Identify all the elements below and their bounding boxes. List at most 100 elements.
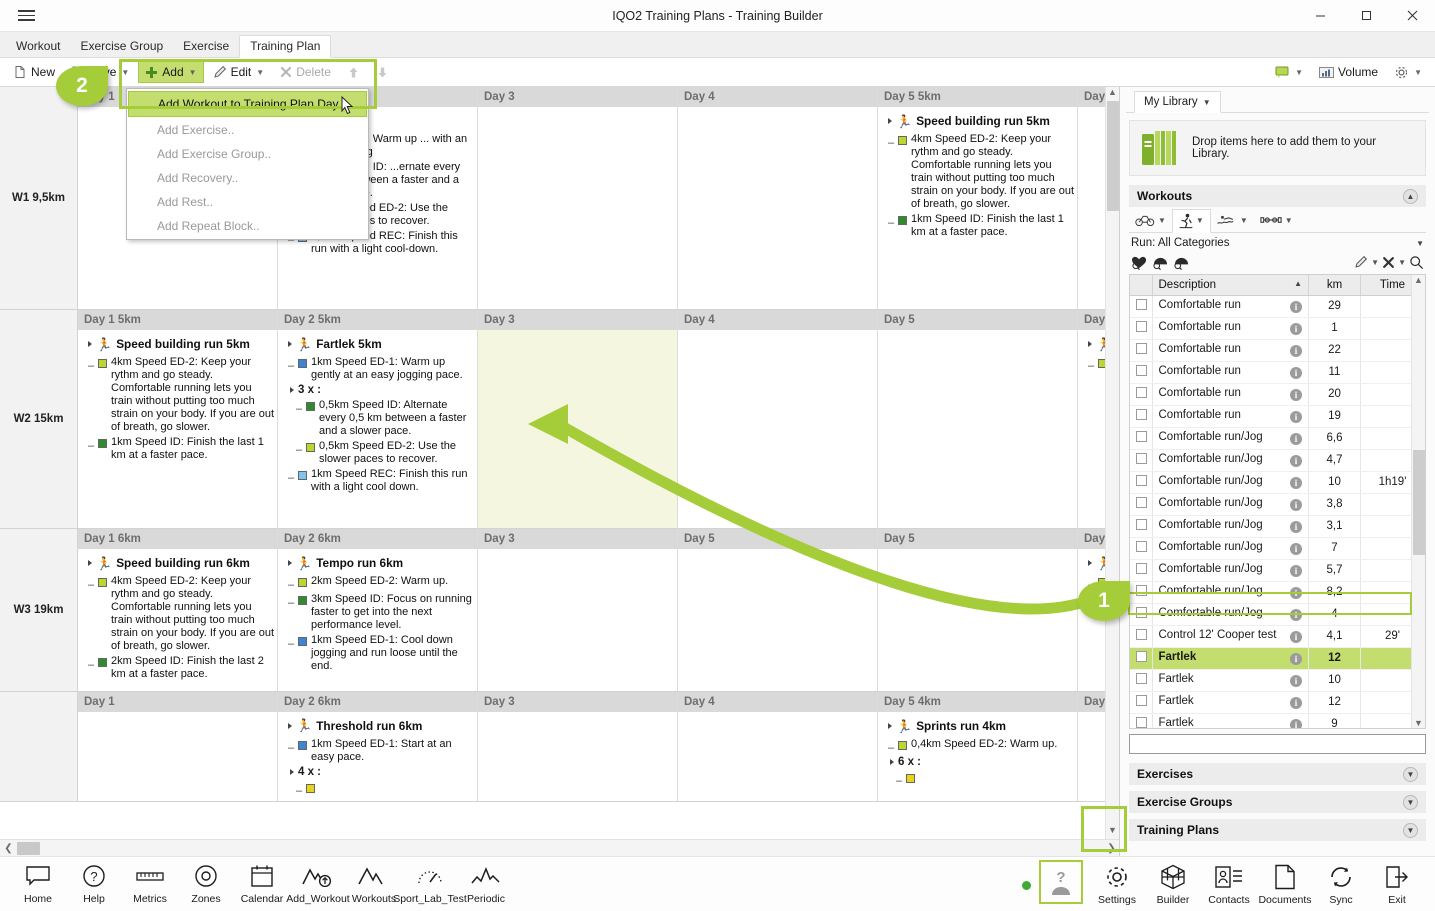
day-column[interactable]: Day 5	[878, 310, 1078, 528]
table-row[interactable]: Comfortable run i 20	[1130, 383, 1425, 406]
library-scroll-thumb[interactable]	[1413, 450, 1425, 555]
menu-item-add-workout-to-day[interactable]: Add Workout to Training Plan Day..	[128, 91, 367, 117]
day-body[interactable]	[678, 330, 877, 528]
row-checkbox[interactable]	[1136, 365, 1147, 376]
day-column[interactable]: Day 5	[678, 529, 878, 691]
bottom-item-periodic[interactable]: Periodic	[458, 861, 514, 907]
row-checkbox[interactable]	[1136, 651, 1147, 662]
expand-triangle-icon[interactable]	[888, 723, 892, 729]
repeat-block[interactable]: 3 x :	[290, 384, 475, 396]
info-icon[interactable]: i	[1290, 543, 1302, 555]
expand-triangle-icon[interactable]	[288, 560, 292, 566]
hamburger-menu-icon[interactable]	[8, 10, 44, 21]
chevron-down-icon[interactable]: ▼	[256, 68, 264, 77]
row-checkbox[interactable]	[1136, 321, 1147, 332]
comment-view-button[interactable]: ▼	[1268, 62, 1310, 83]
tab-workout[interactable]: Workout	[6, 36, 70, 57]
row-checkbox-cell[interactable]	[1130, 625, 1153, 648]
table-row[interactable]: Comfortable run/Jog i 7	[1130, 537, 1425, 560]
row-checkbox[interactable]	[1136, 497, 1147, 508]
grid-horizontal-scrollbar[interactable]: ❮ ❯	[0, 839, 1119, 856]
scroll-up-arrow-icon[interactable]: ▲	[1412, 275, 1425, 285]
heart-filter-icon[interactable]	[1131, 255, 1148, 270]
row-checkbox[interactable]	[1136, 541, 1147, 552]
day-body[interactable]	[678, 107, 877, 309]
table-row[interactable]: Fartlek i 10	[1130, 669, 1425, 692]
bottom-item-builder[interactable]: Builder	[1145, 862, 1201, 908]
move-down-button[interactable]	[369, 62, 396, 83]
tab-my-library[interactable]: My Library ▼	[1134, 91, 1221, 113]
column-header-description[interactable]: Description ▲	[1152, 275, 1309, 296]
day-column[interactable]: Day 1 5km 🏃 Speed building run 5km – 4km…	[78, 310, 278, 528]
row-checkbox[interactable]	[1136, 409, 1147, 420]
table-row[interactable]: Comfortable run i 19	[1130, 405, 1425, 428]
search-icon[interactable]	[1409, 255, 1424, 270]
row-checkbox[interactable]	[1136, 563, 1147, 574]
pencil-icon[interactable]	[1354, 255, 1368, 269]
info-icon[interactable]: i	[1290, 367, 1302, 379]
chevron-down-icon[interactable]: ▼	[1240, 216, 1248, 225]
table-row[interactable]: Comfortable run i 11	[1130, 361, 1425, 384]
expand-triangle-icon[interactable]	[288, 341, 292, 347]
day-body[interactable]	[878, 330, 1077, 528]
bottom-item-contacts[interactable]: Contacts	[1201, 862, 1257, 908]
chevron-down-icon[interactable]: ▼	[1398, 258, 1406, 267]
sport-tab-run[interactable]: ▼	[1171, 208, 1211, 233]
sport-tab-swim[interactable]: ▼	[1211, 211, 1254, 229]
row-checkbox-cell[interactable]	[1130, 559, 1153, 582]
day-body[interactable]: 🏃 Speed building run 6km – 4km Speed ED-…	[78, 549, 277, 691]
section-workouts[interactable]: Workouts ▲	[1129, 185, 1426, 207]
tab-training-plan[interactable]: Training Plan	[239, 35, 332, 58]
expand-triangle-icon[interactable]	[888, 118, 892, 124]
chevron-down-icon[interactable]: ▼	[1203, 98, 1211, 107]
bottom-item-add-workout[interactable]: Add_Workout	[286, 861, 350, 907]
repeat-block[interactable]: 4 x :	[290, 766, 475, 778]
table-row[interactable]: Comfortable run/Jog i 8,2	[1130, 581, 1425, 604]
new-button[interactable]: New	[6, 61, 62, 83]
info-icon[interactable]: i	[1290, 345, 1302, 357]
section-training-plans[interactable]: Training Plans ▼	[1129, 819, 1426, 841]
day-column[interactable]: Day 3	[478, 310, 678, 528]
table-row[interactable]: Comfortable run i 1	[1130, 317, 1425, 340]
info-icon[interactable]: i	[1290, 565, 1302, 577]
day-column[interactable]: Day 3	[478, 692, 678, 801]
row-checkbox-cell[interactable]	[1130, 361, 1153, 384]
info-icon[interactable]: i	[1290, 499, 1302, 511]
scroll-down-arrow-icon[interactable]: ▼	[1412, 718, 1425, 728]
row-checkbox[interactable]	[1136, 387, 1147, 398]
scroll-left-arrow-icon[interactable]: ❮	[0, 843, 17, 854]
expand-triangle-icon[interactable]	[1088, 341, 1092, 347]
workout-title[interactable]: 🏃 Speed building run 6km	[88, 556, 275, 570]
maximize-button[interactable]	[1343, 0, 1389, 31]
workout-title[interactable]: 🏃 Speed building run 5km	[888, 114, 1075, 128]
delete-button[interactable]: Delete	[273, 61, 338, 83]
day-column[interactable]: Day 2 5km 🏃 Fartlek 5km – 1km Speed ED-1…	[278, 310, 478, 528]
bottom-item-metrics[interactable]: Metrics	[122, 861, 178, 907]
chevron-down-icon[interactable]: ▼	[1403, 822, 1418, 838]
day-body[interactable]: 🏃 Speed building run 5km – 4km Speed ED-…	[878, 107, 1077, 309]
table-row[interactable]: Comfortable run/Jog i 3,8	[1130, 493, 1425, 516]
row-checkbox[interactable]	[1136, 717, 1147, 728]
tab-exercise[interactable]: Exercise	[173, 36, 239, 57]
day-body[interactable]	[78, 712, 277, 801]
edit-button[interactable]: Edit ▼	[206, 61, 272, 83]
row-checkbox-cell[interactable]	[1130, 317, 1153, 340]
menu-item-add-exercise-group[interactable]: Add Exercise Group..	[127, 142, 368, 166]
move-up-button[interactable]	[340, 62, 367, 83]
day-body[interactable]	[678, 712, 877, 801]
expand-triangle-icon[interactable]	[290, 387, 294, 393]
expand-triangle-icon[interactable]	[288, 722, 292, 729]
workout-title[interactable]: 🏃 Sprints run 4km	[888, 719, 1075, 733]
table-row[interactable]: Comfortable run i 22	[1130, 339, 1425, 362]
expand-triangle-icon[interactable]	[290, 768, 294, 775]
day-body[interactable]: 🏃 Fartlek 5km – 1km Speed ED-1: Warm up …	[278, 330, 477, 528]
row-checkbox-cell[interactable]	[1130, 647, 1153, 670]
workouts-table-wrapper[interactable]: Description ▲ km Time Comfortable run i 29…	[1129, 274, 1426, 729]
pace-filter-icon[interactable]	[1152, 255, 1169, 270]
day-column[interactable]: Day 5 5km 🏃 Speed building run 5km – 4km…	[878, 87, 1078, 309]
category-selector[interactable]: Run: All Categories ▼	[1131, 237, 1424, 249]
day-body[interactable]	[478, 549, 677, 691]
grid-vertical-scrollbar[interactable]: ▲ ▼	[1105, 87, 1119, 839]
info-icon[interactable]: i	[1290, 697, 1302, 709]
table-row[interactable]: Comfortable run/Jog i 6,6	[1130, 427, 1425, 450]
